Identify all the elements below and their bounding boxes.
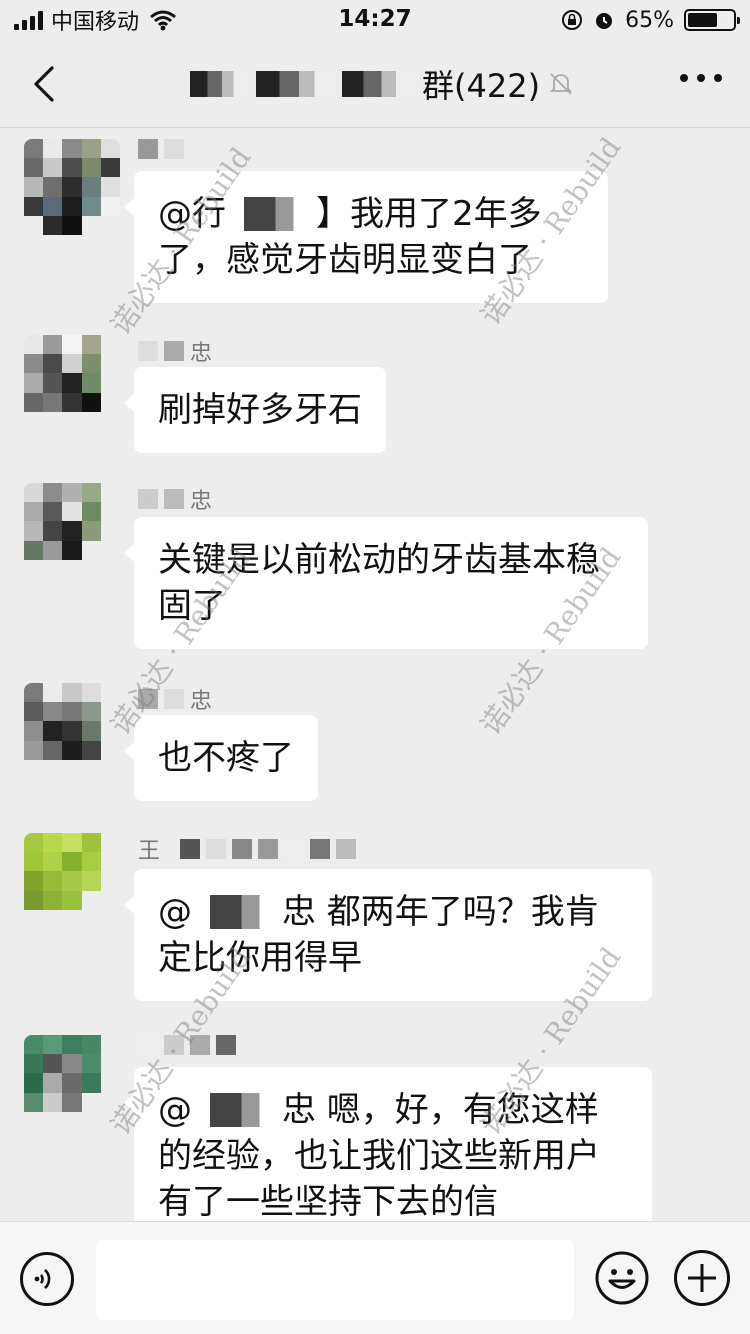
sender-name: 忠 [138, 335, 212, 367]
input-bar [0, 1221, 750, 1334]
mention-prefix: @ [158, 892, 192, 932]
avatar[interactable] [24, 335, 120, 431]
avatar[interactable] [24, 683, 120, 779]
message-bubble[interactable]: 刷掉好多牙石 [124, 367, 386, 453]
sender-name: 忠 [138, 483, 212, 515]
avatar[interactable] [24, 139, 120, 235]
status-bar: 中国移动 14:27 65% [0, 0, 750, 40]
voice-icon [34, 1269, 51, 1289]
more-icon-dot [714, 74, 722, 82]
message-bubble[interactable]: @ 忠 嗯，好，有您这样的经验，也让我们这些新用户有了一些坚持下去的信 [124, 1067, 652, 1221]
more-button[interactable] [680, 74, 722, 82]
message-bubble[interactable]: 关键是以前松动的牙齿基本稳固了 [124, 517, 648, 649]
redacted-mention [192, 895, 282, 929]
status-right: 65% [561, 6, 740, 34]
orientation-lock-icon [562, 10, 583, 30]
redacted-mention [226, 197, 316, 231]
voice-button[interactable] [20, 1252, 74, 1306]
emoji-icon[interactable] [594, 1250, 650, 1306]
sender-name-text: 忠 [190, 689, 213, 714]
back-icon[interactable] [26, 64, 66, 104]
sender-name-text: 王 [138, 839, 161, 864]
alarm-icon [596, 13, 613, 29]
chat-title[interactable]: 群(422) [190, 62, 574, 106]
redacted-title [190, 71, 248, 97]
chat-header: 群(422) [0, 40, 750, 128]
avatar[interactable] [24, 833, 120, 929]
battery-fill [688, 13, 717, 27]
avatar[interactable] [24, 1035, 120, 1131]
message-list[interactable]: @行 】我用了2年多了，感觉牙齿明显变白了 忠 刷掉好多牙石 忠 关键是以前松动… [0, 129, 750, 1221]
add-button[interactable] [674, 1250, 730, 1306]
redacted-title [256, 71, 334, 97]
redacted-mention [192, 1093, 282, 1127]
message-input[interactable] [96, 1240, 574, 1320]
more-icon-dot [697, 74, 705, 82]
sender-name [138, 1035, 242, 1055]
message-bubble[interactable]: @行 】我用了2年多了，感觉牙齿明显变白了 [124, 171, 608, 303]
add-icon [688, 1264, 716, 1292]
battery-percent: 65% [625, 7, 674, 33]
message-bubble[interactable]: @ 忠 都两年了吗？我肯定比你用得早 [124, 869, 652, 1001]
message-text: 刷掉好多牙石 [158, 390, 362, 430]
mention-prefix: @行 [158, 194, 226, 234]
redacted-title [342, 71, 414, 97]
battery-icon [684, 9, 740, 31]
sender-name [138, 139, 190, 159]
chat-title-suffix: 群(422) [422, 67, 541, 105]
message-bubble[interactable]: 也不疼了 [124, 715, 318, 801]
mention-prefix: @ [158, 1090, 192, 1130]
mute-bell-icon [549, 73, 573, 95]
sender-name-text: 忠 [190, 341, 213, 366]
avatar[interactable] [24, 483, 120, 579]
sender-name-text: 忠 [190, 489, 213, 514]
message-text: 关键是以前松动的牙齿基本稳固了 [158, 540, 600, 626]
sender-name: 忠 [138, 683, 212, 715]
message-text: 也不疼了 [158, 738, 294, 778]
sender-name: 王 [138, 833, 357, 865]
more-icon [680, 74, 688, 82]
